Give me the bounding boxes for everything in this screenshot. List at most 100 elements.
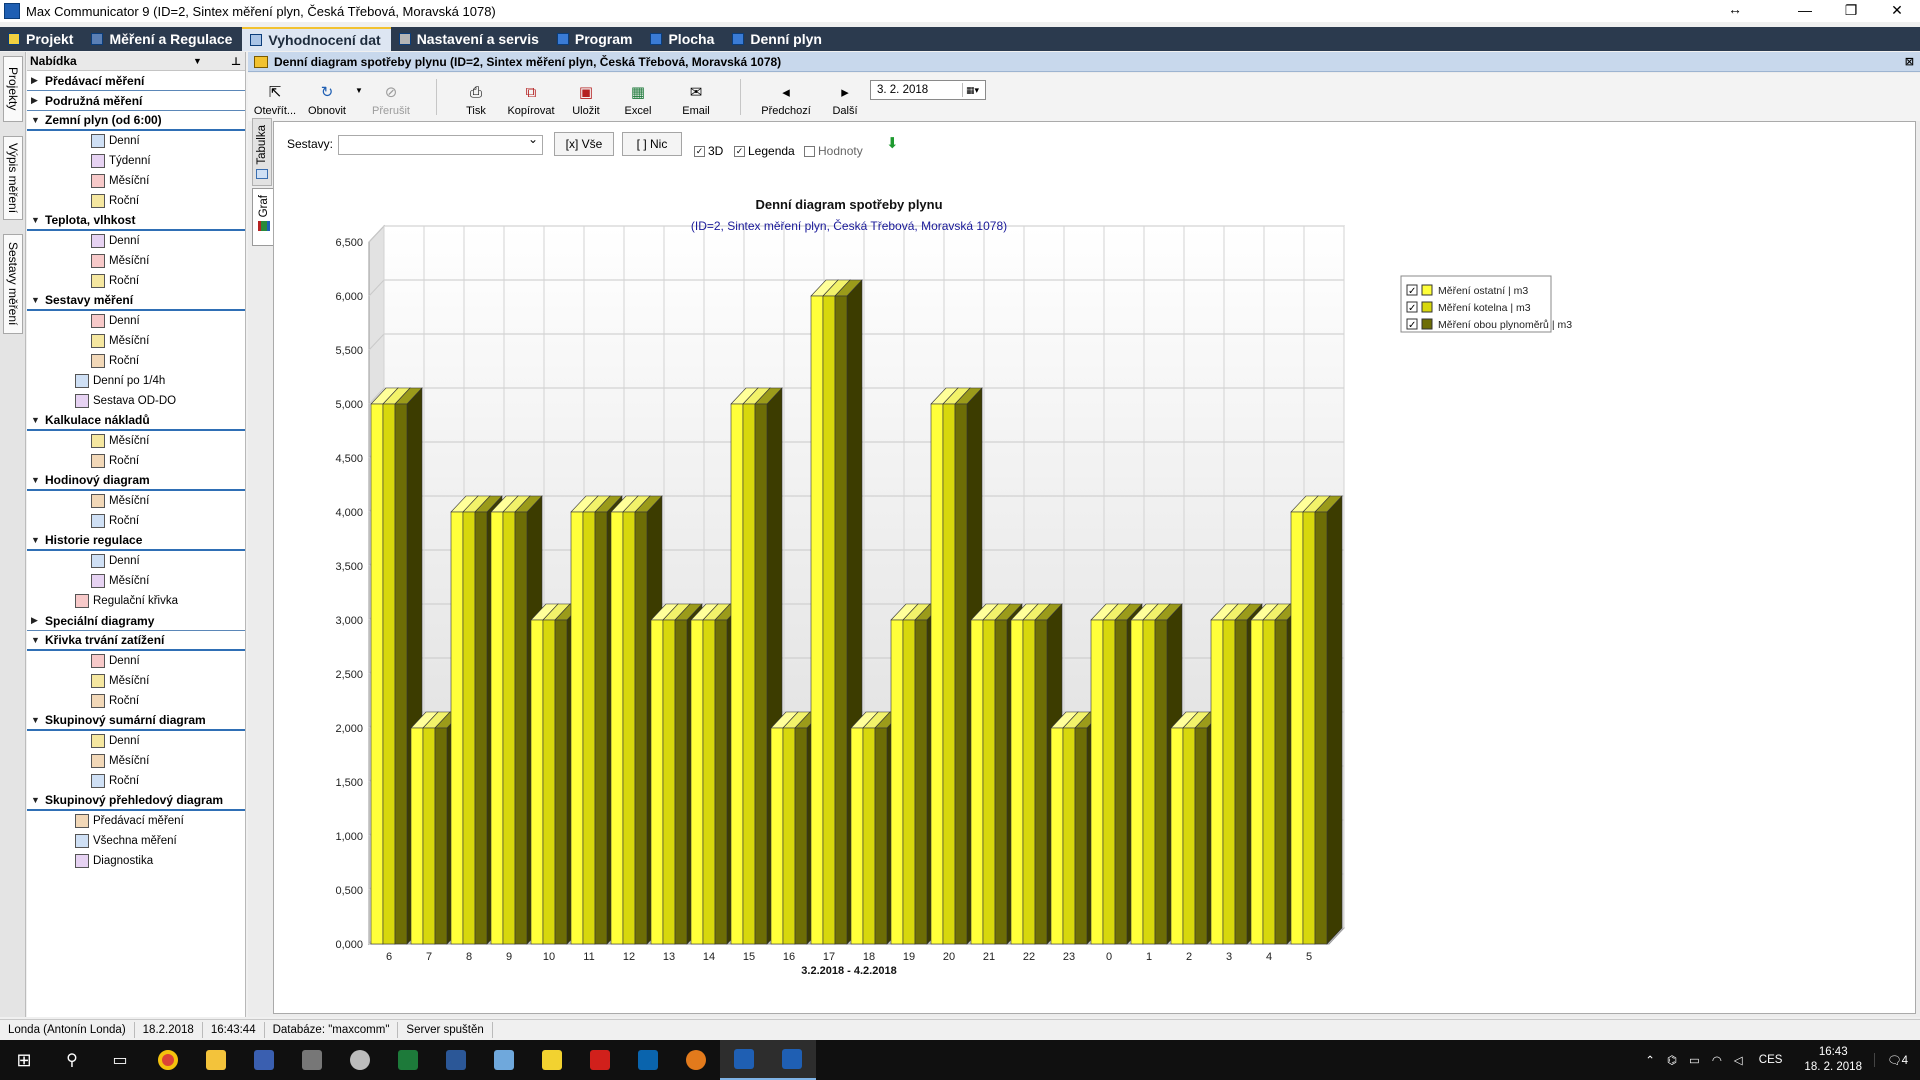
taskbar-word[interactable]: [432, 1040, 480, 1080]
nav-section[interactable]: ▶ Podružná měření: [27, 91, 245, 111]
side-tab-sestavy-mereni[interactable]: Sestavy měření: [3, 234, 23, 334]
nav-item[interactable]: Sestava OD-DO: [27, 391, 245, 411]
checkbox-values[interactable]: Hodnoty: [804, 144, 863, 158]
expanded-icon[interactable]: ▼: [31, 215, 45, 225]
side-tab-projekty[interactable]: Projekty: [3, 56, 23, 122]
input-language[interactable]: CES: [1749, 1054, 1793, 1066]
tab-denni-plyn[interactable]: Denní plyn: [724, 27, 832, 51]
nav-item[interactable]: Denní: [27, 231, 245, 251]
nav-item[interactable]: Denní: [27, 651, 245, 671]
nav-item[interactable]: Roční: [27, 451, 245, 471]
nav-item[interactable]: Měsíční: [27, 171, 245, 191]
maximize-button[interactable]: ❐: [1828, 0, 1874, 22]
taskbar-acrobat[interactable]: [576, 1040, 624, 1080]
expanded-icon[interactable]: ▼: [31, 535, 45, 545]
arrow-down-icon[interactable]: ⬇: [886, 134, 899, 152]
nav-section[interactable]: ▼ Hodinový diagram: [27, 471, 245, 491]
tab-program[interactable]: Program: [549, 27, 643, 51]
chevron-down-icon[interactable]: ▼: [193, 56, 202, 66]
minimize-button[interactable]: —: [1782, 0, 1828, 22]
select-none-button[interactable]: [ ] Nic: [622, 132, 682, 156]
expanded-icon[interactable]: ▼: [31, 635, 45, 645]
taskbar-sticky-notes[interactable]: [528, 1040, 576, 1080]
nav-item[interactable]: Měsíční: [27, 331, 245, 351]
checkbox-legend[interactable]: ✓ Legenda: [734, 144, 795, 158]
side-tab-vypis-mereni[interactable]: Výpis měření: [3, 136, 23, 220]
previous-button[interactable]: ◂ Předchozí: [748, 77, 824, 117]
search-button[interactable]: ⚲: [48, 1040, 96, 1080]
taskbar-calculator[interactable]: [288, 1040, 336, 1080]
nav-item[interactable]: Týdenní: [27, 151, 245, 171]
nav-section[interactable]: ▼ Skupinový přehledový diagram: [27, 791, 245, 811]
chevron-up-icon[interactable]: ⌃: [1639, 1053, 1661, 1067]
nav-item[interactable]: Roční: [27, 511, 245, 531]
clock[interactable]: 16:43 18. 2. 2018: [1792, 1045, 1874, 1075]
resize-icon[interactable]: ↔: [1728, 1, 1742, 17]
taskbar-outlook[interactable]: [624, 1040, 672, 1080]
wifi-icon[interactable]: ◠: [1706, 1053, 1728, 1067]
taskbar-save-app[interactable]: [240, 1040, 288, 1080]
nav-item[interactable]: Měsíční: [27, 571, 245, 591]
stop-button[interactable]: ⊘ Přerušit: [366, 77, 416, 117]
excel-button[interactable]: ▦ Excel: [618, 77, 658, 117]
nav-section[interactable]: ▶ Předávací měření: [27, 71, 245, 91]
refresh-button[interactable]: ↻ Obnovit: [302, 77, 352, 117]
nav-section[interactable]: ▶ Speciální diagramy: [27, 611, 245, 631]
nav-item[interactable]: Roční: [27, 691, 245, 711]
nav-item[interactable]: Denní: [27, 551, 245, 571]
expanded-icon[interactable]: ▼: [31, 415, 45, 425]
tab-nastaveni-a-servis[interactable]: Nastavení a servis: [391, 27, 549, 51]
start-button[interactable]: ⊞: [0, 1040, 48, 1080]
nav-section[interactable]: ▼ Křivka trvání zatížení: [27, 631, 245, 651]
copy-button[interactable]: ⧉ Kopírovat: [502, 77, 560, 117]
volume-icon[interactable]: ◁: [1728, 1053, 1749, 1067]
collapsed-icon[interactable]: ▶: [31, 615, 45, 626]
expanded-icon[interactable]: ▼: [31, 115, 45, 125]
next-button[interactable]: ▸ Další: [826, 77, 864, 117]
nav-item[interactable]: Regulační křivka: [27, 591, 245, 611]
taskbar-explorer[interactable]: [192, 1040, 240, 1080]
nav-item[interactable]: Denní: [27, 131, 245, 151]
tab-plocha[interactable]: Plocha: [642, 27, 724, 51]
expanded-icon[interactable]: ▼: [31, 795, 45, 805]
notifications-icon[interactable]: 🗨4: [1873, 1053, 1920, 1067]
open-button[interactable]: ⇱ Otevřít...: [252, 77, 298, 117]
nav-item[interactable]: Měsíční: [27, 751, 245, 771]
nav-item[interactable]: Všechna měření: [27, 831, 245, 851]
email-button[interactable]: ✉ Email: [676, 77, 716, 117]
nav-item[interactable]: Denní po 1/4h: [27, 371, 245, 391]
nav-item[interactable]: Roční: [27, 191, 245, 211]
tab-projekt[interactable]: Projekt: [0, 27, 83, 51]
nav-item[interactable]: Diagnostika: [27, 851, 245, 871]
nav-item[interactable]: Roční: [27, 351, 245, 371]
sestavy-select[interactable]: [338, 132, 543, 155]
checkbox-3d[interactable]: ✓ 3D: [694, 144, 723, 158]
network-icon[interactable]: ⌬: [1661, 1053, 1683, 1067]
tab-vyhodnoceni-dat[interactable]: Vyhodnocení dat: [242, 27, 391, 51]
tab-graf[interactable]: Graf: [252, 188, 274, 246]
taskbar-excel[interactable]: [384, 1040, 432, 1080]
nav-item[interactable]: Měsíční: [27, 431, 245, 451]
taskbar-chrome[interactable]: [144, 1040, 192, 1080]
nav-section[interactable]: ▼ Kalkulace nákladů: [27, 411, 245, 431]
expanded-icon[interactable]: ▼: [31, 475, 45, 485]
tab-mereni-a-regulace[interactable]: Měření a Regulace: [83, 27, 242, 51]
nav-section[interactable]: ▼ Sestavy měření: [27, 291, 245, 311]
task-view-button[interactable]: ▭: [96, 1040, 144, 1080]
expanded-icon[interactable]: ▼: [31, 295, 45, 305]
taskbar-app-cloud[interactable]: [336, 1040, 384, 1080]
print-button[interactable]: ⎙ Tisk: [456, 77, 496, 117]
save-button[interactable]: ▣ Uložit: [566, 77, 606, 117]
close-document-icon[interactable]: ⊠: [1905, 55, 1914, 68]
close-button[interactable]: ✕: [1874, 0, 1920, 22]
taskbar-max-communicator[interactable]: [720, 1040, 768, 1080]
nav-item[interactable]: Předávací měření: [27, 811, 245, 831]
taskbar-app-sun[interactable]: [672, 1040, 720, 1080]
pin-icon[interactable]: ⊥: [231, 55, 241, 68]
expanded-icon[interactable]: ▼: [31, 715, 45, 725]
taskbar-max-communicator-2[interactable]: [768, 1040, 816, 1080]
nav-section[interactable]: ▼ Skupinový sumární diagram: [27, 711, 245, 731]
battery-icon[interactable]: ▭: [1683, 1053, 1706, 1067]
taskbar-app-tool[interactable]: [480, 1040, 528, 1080]
nav-section[interactable]: ▼ Zemní plyn (od 6:00): [27, 111, 245, 131]
